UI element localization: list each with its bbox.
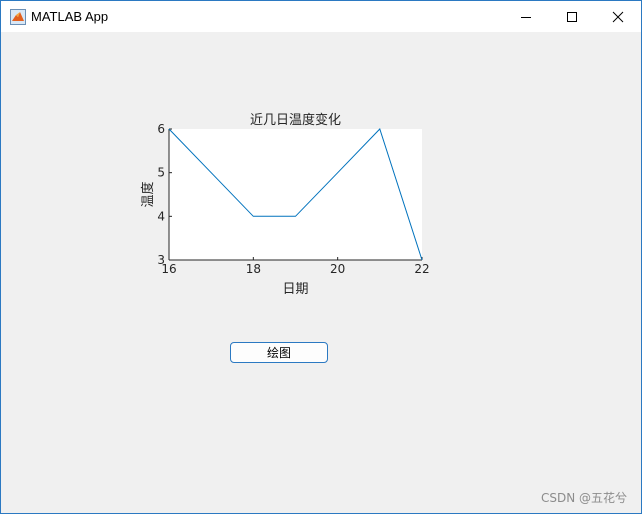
minimize-icon	[521, 16, 531, 18]
x-tick-label: 18	[246, 262, 261, 276]
title-bar[interactable]: MATLAB App	[1, 1, 641, 32]
y-tick-label: 6	[157, 122, 165, 136]
chart-title: 近几日温度变化	[250, 112, 341, 128]
watermark: CSDN @五花兮	[540, 491, 627, 505]
close-button[interactable]	[595, 1, 641, 32]
x-tick-label: 20	[330, 262, 345, 276]
y-axis-label: 温度	[140, 181, 156, 207]
close-icon	[612, 11, 624, 22]
y-tick-label: 4	[157, 209, 165, 223]
x-axis-label: 日期	[282, 282, 308, 297]
y-tick-label: 5	[157, 166, 165, 180]
x-tick-label: 22	[414, 262, 429, 276]
app-content: 16 18 20 22 3 4 5 6 近几日温度变化 日期 温度 绘图 CSDN @五花兮	[1, 32, 641, 513]
plot-area	[169, 129, 422, 260]
maximize-button[interactable]	[549, 1, 595, 32]
temperature-chart: 16 18 20 223456近几日温度变化日期温度	[140, 112, 430, 297]
matlab-membrane-icon	[10, 9, 26, 25]
y-tick-label: 3	[157, 253, 165, 267]
app-window: MATLAB App 16 18 20 22 3 4 5 6 近几日温度变化 日期 温度 绘图 CS…	[0, 0, 642, 514]
maximize-icon	[567, 11, 577, 22]
plot-button[interactable]: 绘图	[230, 342, 328, 363]
minimize-button[interactable]	[503, 1, 549, 32]
window-title: MATLAB App	[31, 9, 109, 24]
